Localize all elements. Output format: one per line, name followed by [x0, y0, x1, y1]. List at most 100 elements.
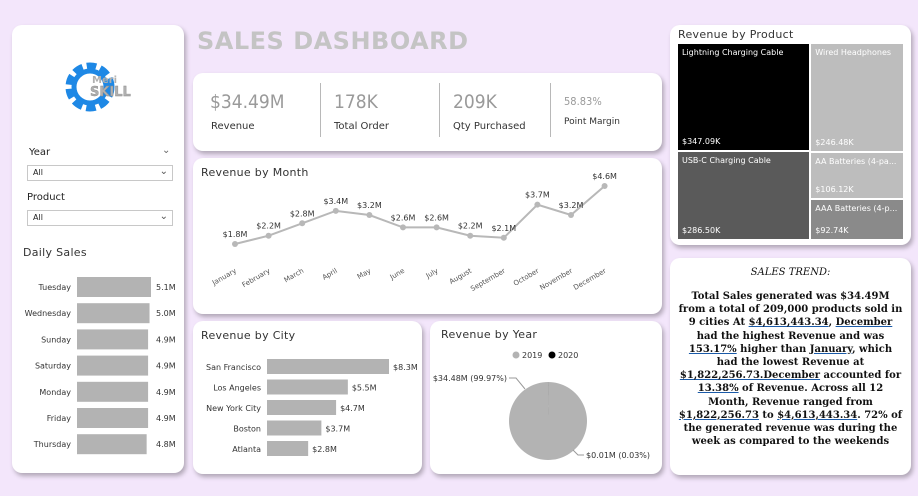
year-dropdown[interactable]: All ⌄: [27, 165, 173, 181]
city-category-label: Atlanta: [232, 445, 261, 454]
daily-value-label: 4.9M: [156, 414, 176, 423]
year-leader-line: [572, 449, 584, 456]
year-legend-marker: [548, 351, 556, 359]
product-treemap-tile: Wired Headphones $246.48K: [811, 44, 903, 152]
product-tile-name: AAA Batteries (4-p...: [815, 203, 898, 213]
revenue-by-year-card: Revenue by Year 2019 2020 $34.48M (99.97%)…: [430, 321, 662, 474]
daily-bar: [77, 329, 149, 350]
daily-category-label: Monday: [39, 388, 71, 397]
trend-highlight: 153.17%: [688, 343, 737, 355]
month-point: [299, 220, 306, 227]
trend-text-segment: ,: [828, 317, 836, 329]
kpi-divider: [550, 83, 551, 137]
revenue-by-month-chart: $1.8M January $2.2M February $2.8M March $3.4M…: [210, 172, 617, 293]
city-bar: [267, 420, 322, 436]
revenue-by-city-card: Revenue by City San Francisco $8.3M Los An…: [193, 321, 422, 474]
city-category-label: San Francisco: [206, 363, 261, 372]
kpi-divider: [320, 83, 321, 137]
daily-category-label: Friday: [47, 414, 72, 423]
city-value-label: $5.5M: [352, 384, 377, 393]
dashboard-title: SALES DASHBOARD: [197, 27, 469, 55]
month-value-label: $2.6M: [391, 213, 416, 222]
kpi-qty-value: 209K: [453, 91, 497, 113]
revenue-by-product-title: Revenue by Product: [678, 28, 794, 41]
product-tile-value: $92.74K: [815, 225, 849, 235]
month-axis-label: February: [241, 267, 272, 289]
month-value-label: $2.2M: [256, 222, 281, 231]
daily-value-label: 4.9M: [156, 388, 176, 397]
kpi-orders-value: 178K: [334, 91, 378, 113]
logo: Meri SKILL: [65, 62, 131, 112]
month-value-label: $1.8M: [223, 230, 248, 239]
month-axis-label: November: [538, 267, 574, 292]
trend-text-segment: had the highest Revenue and was: [696, 330, 885, 342]
trend-text-segment: higher than: [736, 343, 810, 355]
city-bar: [267, 379, 348, 395]
month-axis-label: March: [283, 267, 305, 285]
year-legend-marker: [512, 351, 520, 359]
daily-value-label: 4.9M: [156, 362, 176, 371]
year-collapse-chevron-icon[interactable]: ⌄: [162, 145, 170, 156]
year-slice-label: $34.48M (99.97%): [433, 374, 507, 383]
revenue-by-product-card: Revenue by Product Lightning Charging Ca…: [670, 25, 911, 245]
trend-highlight: 13.38%: [697, 383, 739, 395]
city-category-label: Boston: [233, 425, 261, 434]
year-pie-slice: [509, 382, 588, 460]
daily-category-label: Tuesday: [37, 283, 71, 292]
product-tile-name: AA Batteries (4-pa...: [815, 157, 897, 167]
chevron-down-icon: ⌄: [159, 211, 168, 222]
product-tile-value: $347.09K: [682, 136, 721, 146]
month-value-label: $3.2M: [559, 201, 584, 210]
kpi-revenue-label: Revenue: [211, 121, 255, 132]
city-value-label: $3.7M: [325, 425, 350, 434]
month-point: [500, 234, 507, 241]
left-panel: Meri SKILL Year ⌄ All ⌄ Product All ⌄ Da…: [12, 25, 184, 473]
daily-category-label: Saturday: [35, 362, 71, 371]
product-treemap-tile: USB-C Charging Cable $286.50K: [678, 151, 810, 239]
daily-category-label: Wednesday: [25, 309, 72, 318]
product-dropdown[interactable]: All ⌄: [27, 210, 173, 226]
month-axis-label: October: [512, 267, 540, 288]
revenue-by-product-treemap: Lightning Charging Cable $347.09K Wired He…: [677, 43, 904, 240]
revenue-by-year-chart: 2019 2020 $34.48M (99.97%) $0.01M (0.03%): [433, 351, 650, 460]
kpi-margin-label: Point Margin: [564, 117, 620, 127]
city-bar: [267, 441, 309, 456]
year-legend-label: 2019: [522, 351, 542, 360]
sales-trend-text: Total Sales generated was $34.49M from a…: [678, 290, 903, 448]
sales-trend-card: SALES TREND: Total Sales generated was $…: [670, 258, 911, 475]
product-tile-name: Lightning Charging Cable: [682, 48, 784, 57]
month-axis-label: September: [469, 267, 507, 293]
month-point: [332, 207, 339, 214]
daily-bar: [77, 303, 150, 324]
daily-bar: [77, 277, 151, 297]
city-bar: [267, 359, 389, 374]
year-legend-label: 2020: [558, 351, 578, 360]
month-value-label: $3.4M: [323, 197, 348, 206]
trend-highlight: $1,822,256.73.December: [679, 370, 821, 382]
year-leader-line: [509, 377, 526, 390]
month-axis-label: January: [210, 267, 238, 288]
product-treemap-tile: AA Batteries (4-pa... $106.12K: [811, 153, 903, 198]
year-dropdown-value: All: [33, 168, 43, 177]
month-axis-label: June: [388, 267, 406, 282]
month-value-label: $4.6M: [592, 172, 617, 181]
trend-highlight: $1,822,256.73: [678, 409, 759, 421]
month-point: [366, 212, 373, 218]
month-point: [400, 224, 406, 231]
month-point: [265, 232, 272, 239]
product-tile-value: $246.48K: [815, 138, 854, 148]
product-treemap-tile: Lightning Charging Cable $347.09K: [678, 44, 810, 150]
sales-trend-title: SALES TREND:: [750, 267, 831, 278]
city-bar: [267, 400, 337, 415]
logo-line2: SKILL: [90, 85, 131, 100]
kpi-revenue-value: $34.49M: [210, 91, 285, 113]
daily-bar: [77, 381, 149, 402]
daily-category-label: Sunday: [41, 335, 71, 344]
city-category-label: Los Angeles: [213, 384, 261, 393]
daily-bar: [77, 434, 147, 455]
month-point: [232, 241, 238, 247]
city-value-label: $4.7M: [340, 404, 365, 413]
product-tile-name: USB-C Charging Cable: [682, 155, 771, 165]
revenue-by-city-chart: San Francisco $8.3M Los Angeles $5.5M New Yo…: [206, 359, 418, 456]
product-tile-name: Wired Headphones: [815, 48, 892, 57]
